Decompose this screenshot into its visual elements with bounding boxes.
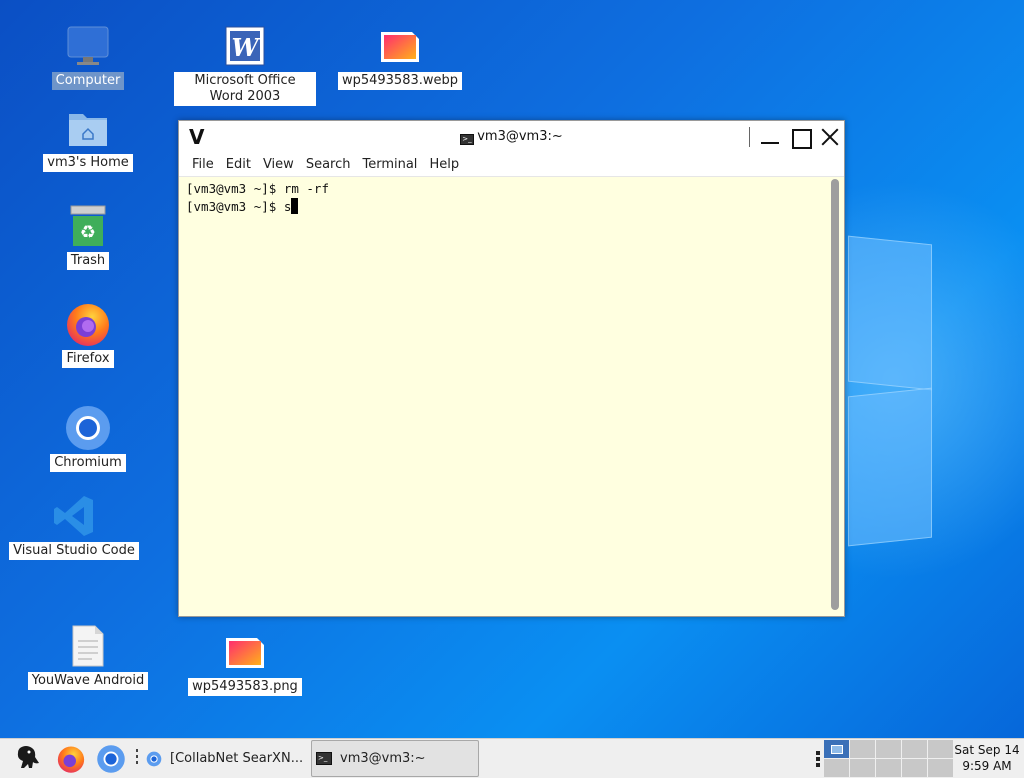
firefox-icon bbox=[64, 300, 112, 348]
trash-icon: ♻ bbox=[64, 202, 112, 250]
tray-handle[interactable] bbox=[816, 751, 820, 767]
workspace-4[interactable] bbox=[902, 740, 927, 758]
taskbar-separator bbox=[136, 749, 138, 769]
taskbar-task-terminal[interactable]: >_ vm3@vm3:~ bbox=[311, 740, 479, 777]
menu-view[interactable]: View bbox=[258, 157, 299, 172]
desktop-icon-label: Chromium bbox=[50, 454, 126, 472]
window-title: >_ vm3@vm3:~ bbox=[179, 129, 844, 145]
title-bar-divider bbox=[749, 127, 750, 147]
terminal-icon: >_ bbox=[316, 752, 332, 765]
workspace-9[interactable] bbox=[902, 759, 927, 777]
task-label: vm3@vm3:~ bbox=[340, 751, 426, 766]
desktop-icon-label: YouWave Android bbox=[27, 672, 149, 690]
desktop-icon-label: wp5493583.webp bbox=[337, 72, 463, 90]
taskbar-chromium-launcher[interactable] bbox=[96, 743, 126, 775]
terminal-line: [vm3@vm3 ~]$ rm -rf bbox=[186, 181, 329, 196]
clock-time: 9:59 AM bbox=[962, 759, 1012, 773]
menu-bar: File Edit View Search Terminal Help bbox=[179, 153, 844, 177]
wallpaper-pane-upper bbox=[848, 235, 932, 391]
desktop-icon-home[interactable]: vm3's Home bbox=[40, 104, 136, 172]
taskbar-firefox-launcher[interactable] bbox=[56, 743, 86, 775]
monitor-icon bbox=[64, 22, 112, 70]
terminal-output[interactable]: [vm3@vm3 ~]$ rm -rf [vm3@vm3 ~]$ s bbox=[179, 177, 844, 616]
app-menu-button[interactable] bbox=[12, 743, 42, 775]
taskbar: [CollabNet SearXN... >_ vm3@vm3:~ Sat Se… bbox=[0, 738, 1024, 778]
workspace-1[interactable] bbox=[824, 740, 849, 758]
workspace-pager[interactable] bbox=[824, 740, 953, 777]
window-title-text: vm3@vm3:~ bbox=[477, 129, 563, 144]
clock[interactable]: Sat Sep 14 9:59 AM bbox=[950, 742, 1024, 774]
workspace-2[interactable] bbox=[850, 740, 875, 758]
home-folder-icon bbox=[64, 104, 112, 152]
terminal-scrollbar[interactable] bbox=[830, 179, 840, 610]
menu-file[interactable]: File bbox=[187, 157, 219, 172]
image-file-icon bbox=[221, 628, 269, 676]
chromium-icon bbox=[64, 404, 112, 452]
maximize-button[interactable] bbox=[790, 126, 812, 149]
text-cursor bbox=[291, 198, 299, 214]
terminal-window[interactable]: V >_ vm3@vm3:~ File Edit View Search Term… bbox=[178, 120, 845, 617]
desktop-icon-computer[interactable]: Computer bbox=[48, 22, 128, 90]
desktop-icon-label: Trash bbox=[66, 252, 110, 270]
scrollbar-thumb[interactable] bbox=[831, 179, 839, 610]
document-file-icon bbox=[64, 622, 112, 670]
close-button[interactable] bbox=[819, 126, 841, 148]
desktop-icon-label: Visual Studio Code bbox=[9, 542, 139, 560]
chromium-icon bbox=[97, 745, 125, 773]
desktop-icon-chromium[interactable]: Chromium bbox=[33, 404, 143, 472]
menu-help[interactable]: Help bbox=[424, 157, 464, 172]
word-document-icon: W bbox=[221, 22, 269, 70]
desktop-icon-png[interactable]: wp5493583.png bbox=[185, 628, 305, 696]
desktop-icon-word[interactable]: W Microsoft Office Word 2003 bbox=[174, 22, 316, 106]
workspace-3[interactable] bbox=[876, 740, 901, 758]
workspace-7[interactable] bbox=[850, 759, 875, 777]
minimize-button[interactable] bbox=[759, 126, 781, 148]
desktop-icon-label: Firefox bbox=[62, 350, 114, 368]
workspace-8[interactable] bbox=[876, 759, 901, 777]
svg-text:♻: ♻ bbox=[80, 222, 96, 243]
desktop-icon-youwave[interactable]: YouWave Android bbox=[27, 622, 149, 690]
penguin-logo-icon bbox=[17, 746, 39, 768]
vscode-icon bbox=[50, 492, 98, 540]
menu-edit[interactable]: Edit bbox=[221, 157, 256, 172]
desktop-icon-webp[interactable]: wp5493583.webp bbox=[337, 22, 463, 90]
desktop-icon-label: Microsoft Office Word 2003 bbox=[174, 72, 316, 106]
clock-date: Sat Sep 14 bbox=[954, 743, 1020, 757]
desktop-icon-label: wp5493583.png bbox=[188, 678, 302, 696]
firefox-icon bbox=[57, 746, 85, 773]
desktop-icon-label: vm3's Home bbox=[43, 154, 133, 172]
desktop-icon-label: Computer bbox=[51, 72, 125, 90]
desktop-icon-trash[interactable]: ♻ Trash bbox=[48, 202, 128, 270]
image-file-icon bbox=[376, 22, 424, 70]
title-bar[interactable]: V >_ vm3@vm3:~ bbox=[179, 121, 844, 153]
menu-terminal[interactable]: Terminal bbox=[357, 157, 422, 172]
chromium-icon bbox=[146, 751, 162, 766]
taskbar-task-searxng[interactable]: [CollabNet SearXN... bbox=[146, 740, 304, 777]
workspace-6[interactable] bbox=[824, 759, 849, 777]
menu-search[interactable]: Search bbox=[301, 157, 356, 172]
svg-text:W: W bbox=[232, 33, 261, 62]
wallpaper-pane-lower bbox=[848, 387, 932, 547]
desktop-icon-vscode[interactable]: Visual Studio Code bbox=[9, 492, 139, 560]
task-label: [CollabNet SearXN... bbox=[170, 751, 304, 766]
desktop-icon-firefox[interactable]: Firefox bbox=[48, 300, 128, 368]
terminal-line-text: [vm3@vm3 ~]$ s bbox=[186, 199, 292, 214]
terminal-icon: >_ bbox=[460, 134, 475, 145]
terminal-line-current: [vm3@vm3 ~]$ s bbox=[186, 198, 844, 216]
